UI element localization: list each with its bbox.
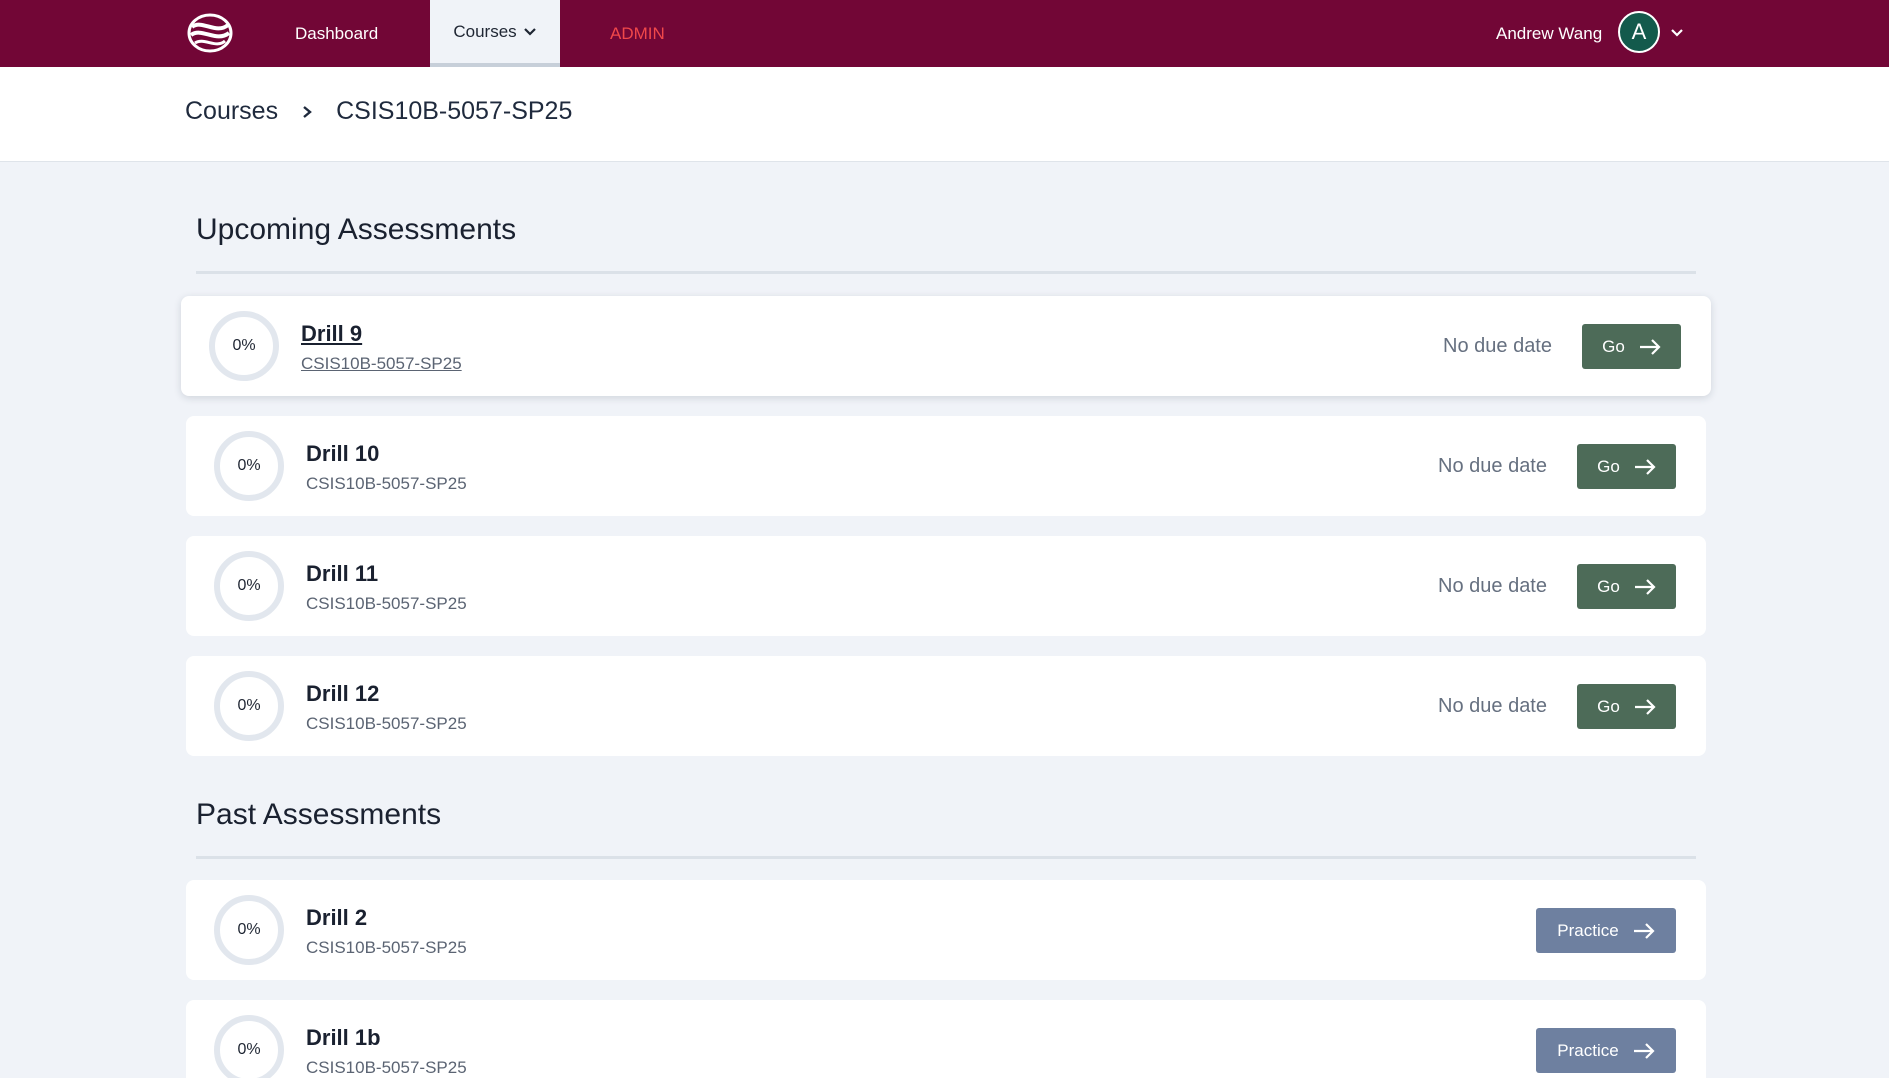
section-title-past: Past Assessments [196, 798, 442, 831]
assessment-card[interactable]: 0% Drill 12 CSIS10B-5057-SP25 No due dat… [186, 656, 1706, 756]
progress-ring: 0% [209, 311, 279, 381]
assessment-title[interactable]: Drill 10 [306, 441, 379, 467]
due-date: No due date [1438, 454, 1547, 477]
logo-icon[interactable] [186, 13, 234, 53]
breadcrumb-courses[interactable]: Courses [185, 97, 278, 126]
assessment-title[interactable]: Drill 12 [306, 681, 379, 707]
arrow-right-icon [1634, 698, 1656, 715]
nav-admin[interactable]: ADMIN [610, 0, 665, 67]
arrow-right-icon [1633, 922, 1655, 939]
assessment-course: CSIS10B-5057-SP25 [306, 714, 467, 733]
assessment-card[interactable]: 0% Drill 1b CSIS10B-5057-SP25 Practice [186, 1000, 1706, 1078]
assessment-course: CSIS10B-5057-SP25 [306, 938, 467, 957]
assessment-title[interactable]: Drill 9 [301, 321, 362, 347]
section-divider [196, 271, 1696, 274]
arrow-right-icon [1634, 578, 1656, 595]
go-button-label: Go [1597, 456, 1620, 476]
go-button[interactable]: Go [1577, 684, 1676, 729]
go-button[interactable]: Go [1577, 564, 1676, 609]
nav-dashboard[interactable]: Dashboard [295, 0, 378, 67]
progress-ring: 0% [214, 431, 284, 501]
breadcrumb: Courses CSIS10B-5057-SP25 [185, 97, 572, 126]
avatar[interactable]: A [1618, 11, 1660, 53]
chevron-down-icon[interactable] [1668, 24, 1686, 42]
due-date: No due date [1438, 694, 1547, 717]
go-button-label: Go [1602, 336, 1625, 356]
breadcrumb-current: CSIS10B-5057-SP25 [336, 97, 573, 125]
top-navbar: Dashboard Courses ADMIN Andrew Wang A [0, 0, 1889, 67]
practice-button[interactable]: Practice [1536, 908, 1676, 953]
progress-ring: 0% [214, 671, 284, 741]
section-divider [196, 856, 1696, 859]
section-title-upcoming: Upcoming Assessments [196, 213, 517, 246]
assessment-course[interactable]: CSIS10B-5057-SP25 [301, 354, 462, 374]
assessment-title[interactable]: Drill 1b [306, 1025, 381, 1051]
progress-ring: 0% [214, 895, 284, 965]
assessment-title[interactable]: Drill 2 [306, 905, 367, 931]
assessment-card[interactable]: 0% Drill 2 CSIS10B-5057-SP25 Practice [186, 880, 1706, 980]
chevron-right-icon [303, 105, 312, 118]
chevron-down-icon [523, 27, 536, 36]
nav-courses[interactable]: Courses [430, 0, 560, 67]
go-button-label: Go [1597, 696, 1620, 716]
go-button[interactable]: Go [1577, 444, 1676, 489]
assessment-card[interactable]: 0% Drill 10 CSIS10B-5057-SP25 No due dat… [186, 416, 1706, 516]
assessment-course: CSIS10B-5057-SP25 [306, 1058, 467, 1077]
go-button-label: Go [1597, 576, 1620, 596]
assessment-course: CSIS10B-5057-SP25 [306, 474, 467, 493]
practice-button-label: Practice [1557, 920, 1619, 940]
assessment-course: CSIS10B-5057-SP25 [306, 594, 467, 613]
progress-ring: 0% [214, 1015, 284, 1078]
assessment-card[interactable]: 0% Drill 9 CSIS10B-5057-SP25 No due date… [181, 296, 1711, 396]
arrow-right-icon [1634, 458, 1656, 475]
nav-courses-label: Courses [453, 21, 517, 41]
practice-button-label: Practice [1557, 1040, 1619, 1060]
user-name[interactable]: Andrew Wang [1496, 0, 1602, 67]
breadcrumb-bar: Courses CSIS10B-5057-SP25 [0, 67, 1889, 162]
assessment-card[interactable]: 0% Drill 11 CSIS10B-5057-SP25 No due dat… [186, 536, 1706, 636]
assessment-title[interactable]: Drill 11 [306, 561, 378, 587]
due-date: No due date [1443, 334, 1552, 357]
arrow-right-icon [1639, 338, 1661, 355]
progress-ring: 0% [214, 551, 284, 621]
due-date: No due date [1438, 574, 1547, 597]
practice-button[interactable]: Practice [1536, 1028, 1676, 1073]
arrow-right-icon [1633, 1042, 1655, 1059]
go-button[interactable]: Go [1582, 324, 1681, 369]
